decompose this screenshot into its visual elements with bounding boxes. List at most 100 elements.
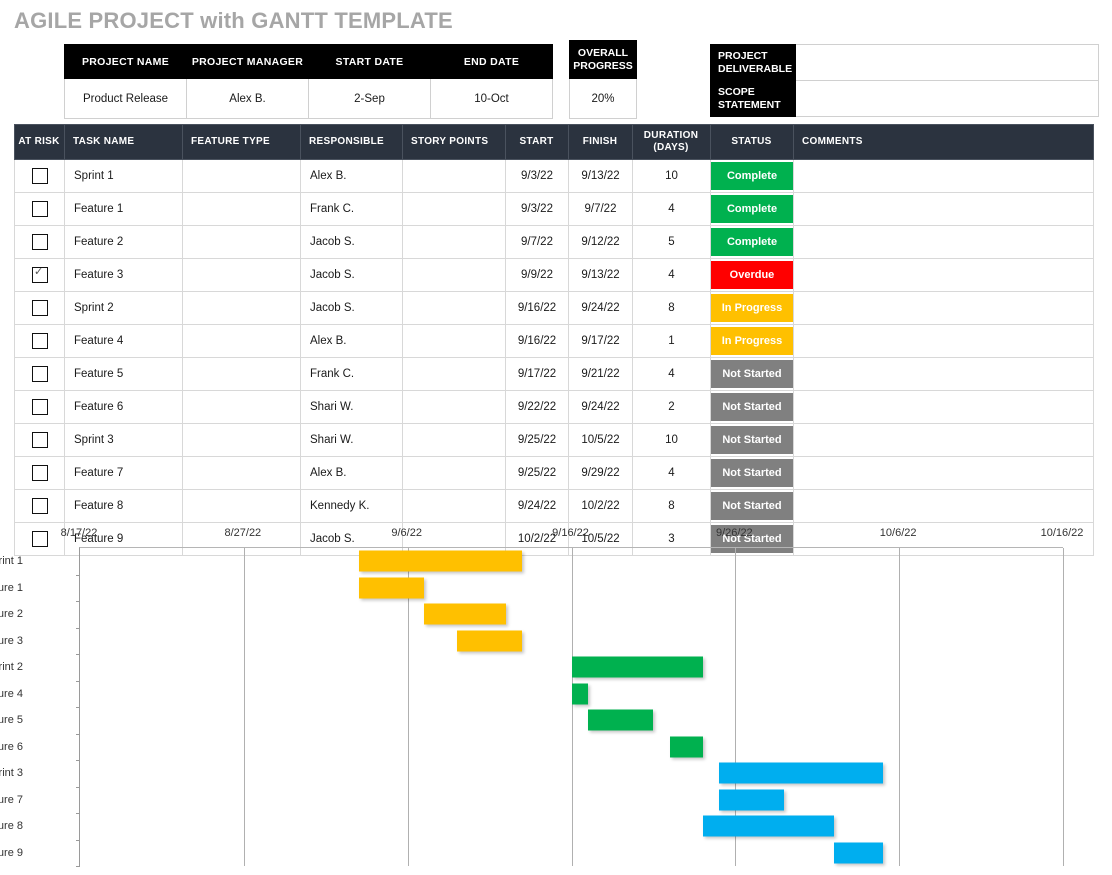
at-risk-checkbox[interactable] [31, 201, 48, 217]
at-risk-checkbox[interactable] [31, 432, 48, 448]
status-cell[interactable]: Overdue [710, 258, 794, 292]
gantt-bar[interactable] [718, 762, 883, 784]
status-badge[interactable]: Complete [711, 195, 793, 223]
at-risk-checkbox[interactable] [31, 168, 48, 184]
gantt-bar[interactable] [669, 736, 703, 758]
at-risk-cell[interactable] [14, 324, 65, 358]
task-name-cell[interactable]: Feature 3 [64, 258, 183, 292]
at-risk-checkbox-checked[interactable] [31, 265, 48, 283]
status-badge[interactable]: Complete [711, 162, 793, 190]
task-name-cell[interactable]: Feature 7 [64, 456, 183, 490]
start-date-cell[interactable]: 9/25/22 [505, 456, 569, 490]
start-date-cell[interactable]: 9/17/22 [505, 357, 569, 391]
story-points-cell[interactable] [402, 291, 506, 325]
feature-type-cell[interactable] [182, 291, 301, 325]
status-cell[interactable]: In Progress [710, 291, 794, 325]
deliverable-value-1[interactable] [795, 80, 1099, 117]
status-badge[interactable]: In Progress [711, 294, 793, 322]
comments-cell[interactable] [793, 159, 1094, 193]
at-risk-checkbox[interactable] [31, 498, 48, 514]
story-points-cell[interactable] [402, 390, 506, 424]
task-name-cell[interactable]: Feature 6 [64, 390, 183, 424]
status-badge[interactable]: Not Started [711, 393, 793, 421]
comments-cell[interactable] [793, 291, 1094, 325]
duration-cell[interactable]: 4 [632, 456, 711, 490]
status-badge[interactable]: Not Started [711, 492, 793, 520]
duration-cell[interactable]: 4 [632, 192, 711, 226]
status-badge[interactable]: In Progress [711, 327, 793, 355]
status-badge[interactable]: Not Started [711, 360, 793, 388]
responsible-cell[interactable]: Frank C. [300, 357, 403, 391]
at-risk-checkbox[interactable] [31, 465, 48, 481]
start-date-cell[interactable]: 9/3/22 [505, 192, 569, 226]
story-points-cell[interactable] [402, 423, 506, 457]
feature-type-cell[interactable] [182, 192, 301, 226]
duration-cell[interactable]: 4 [632, 258, 711, 292]
start-date-cell[interactable]: 9/22/22 [505, 390, 569, 424]
status-cell[interactable]: Complete [710, 159, 794, 193]
story-points-cell[interactable] [402, 489, 506, 523]
responsible-cell[interactable]: Jacob S. [300, 291, 403, 325]
duration-cell[interactable]: 4 [632, 357, 711, 391]
project-info-value-3[interactable]: 10-Oct [430, 78, 553, 119]
duration-cell[interactable]: 10 [632, 423, 711, 457]
task-name-cell[interactable]: Sprint 2 [64, 291, 183, 325]
story-points-cell[interactable] [402, 324, 506, 358]
finish-date-cell[interactable]: 9/21/22 [568, 357, 633, 391]
task-name-cell[interactable]: Feature 4 [64, 324, 183, 358]
start-date-cell[interactable]: 9/16/22 [505, 291, 569, 325]
at-risk-checkbox[interactable] [31, 333, 48, 349]
status-cell[interactable]: Not Started [710, 489, 794, 523]
story-points-cell[interactable] [402, 192, 506, 226]
responsible-cell[interactable]: Frank C. [300, 192, 403, 226]
responsible-cell[interactable]: Alex B. [300, 324, 403, 358]
status-badge[interactable]: Not Started [711, 459, 793, 487]
gantt-bar[interactable] [718, 789, 785, 811]
comments-cell[interactable] [793, 423, 1094, 457]
at-risk-cell[interactable] [14, 390, 65, 424]
responsible-cell[interactable]: Jacob S. [300, 225, 403, 259]
responsible-cell[interactable]: Shari W. [300, 390, 403, 424]
finish-date-cell[interactable]: 9/13/22 [568, 258, 633, 292]
task-name-cell[interactable]: Feature 1 [64, 192, 183, 226]
duration-cell[interactable]: 2 [632, 390, 711, 424]
status-badge[interactable]: Overdue [711, 261, 793, 289]
comments-cell[interactable] [793, 390, 1094, 424]
task-name-cell[interactable]: Sprint 3 [64, 423, 183, 457]
gantt-bar[interactable] [702, 815, 834, 837]
finish-date-cell[interactable]: 9/24/22 [568, 291, 633, 325]
start-date-cell[interactable]: 9/7/22 [505, 225, 569, 259]
finish-date-cell[interactable]: 9/29/22 [568, 456, 633, 490]
responsible-cell[interactable]: Jacob S. [300, 258, 403, 292]
feature-type-cell[interactable] [182, 159, 301, 193]
gantt-bar[interactable] [424, 603, 506, 625]
gantt-bar[interactable] [358, 577, 425, 599]
gantt-bar[interactable] [571, 683, 588, 705]
status-cell[interactable]: In Progress [710, 324, 794, 358]
at-risk-checkbox[interactable] [31, 399, 48, 415]
project-info-value-1[interactable]: Alex B. [186, 78, 309, 119]
status-badge[interactable]: Not Started [711, 426, 793, 454]
feature-type-cell[interactable] [182, 390, 301, 424]
finish-date-cell[interactable]: 9/7/22 [568, 192, 633, 226]
at-risk-cell[interactable] [14, 192, 65, 226]
status-cell[interactable]: Complete [710, 192, 794, 226]
status-cell[interactable]: Complete [710, 225, 794, 259]
feature-type-cell[interactable] [182, 258, 301, 292]
duration-cell[interactable]: 5 [632, 225, 711, 259]
story-points-cell[interactable] [402, 357, 506, 391]
duration-cell[interactable]: 10 [632, 159, 711, 193]
comments-cell[interactable] [793, 258, 1094, 292]
finish-date-cell[interactable]: 9/13/22 [568, 159, 633, 193]
duration-cell[interactable]: 8 [632, 489, 711, 523]
story-points-cell[interactable] [402, 258, 506, 292]
comments-cell[interactable] [793, 324, 1094, 358]
feature-type-cell[interactable] [182, 456, 301, 490]
task-name-cell[interactable]: Feature 2 [64, 225, 183, 259]
finish-date-cell[interactable]: 9/17/22 [568, 324, 633, 358]
at-risk-cell[interactable] [14, 258, 65, 292]
feature-type-cell[interactable] [182, 423, 301, 457]
at-risk-cell[interactable] [14, 456, 65, 490]
at-risk-checkbox[interactable] [31, 300, 48, 316]
feature-type-cell[interactable] [182, 489, 301, 523]
